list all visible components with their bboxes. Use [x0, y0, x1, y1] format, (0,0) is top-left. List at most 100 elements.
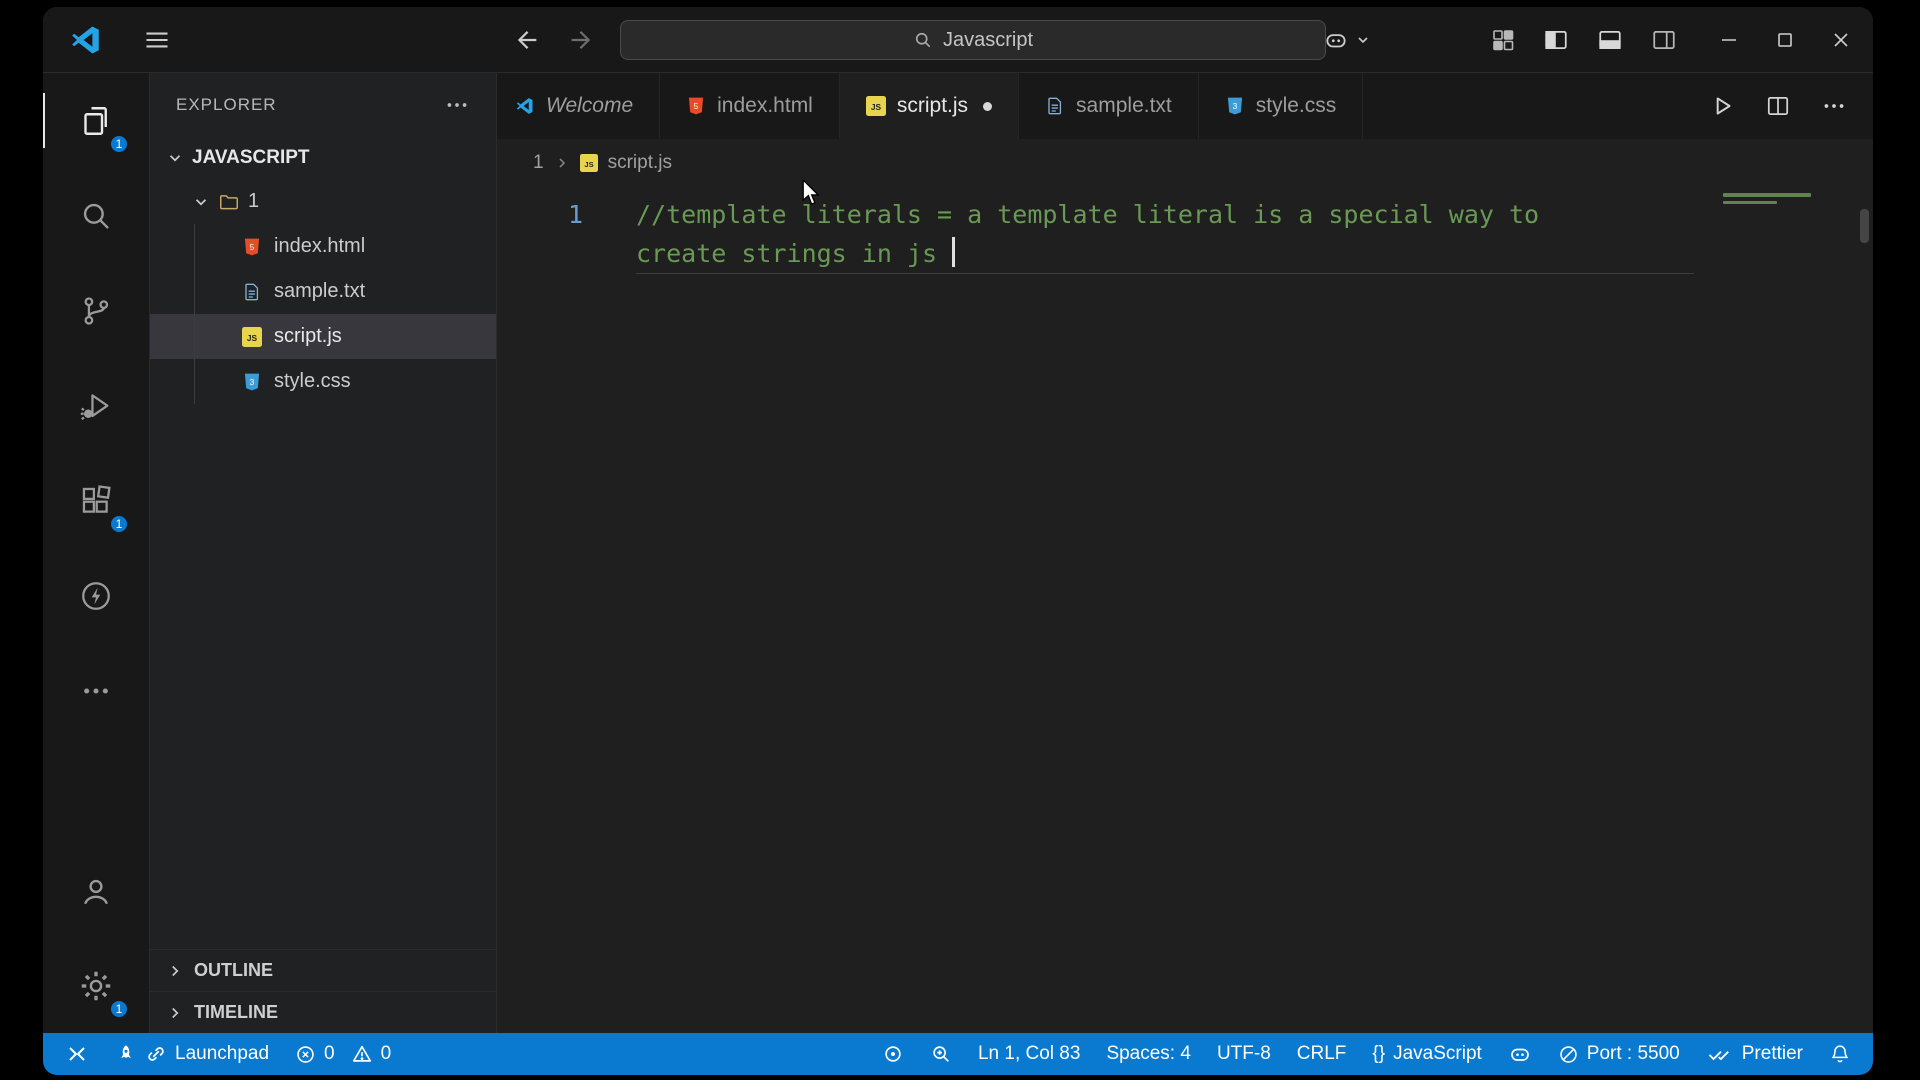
formatter-label: Prettier: [1741, 1043, 1803, 1064]
code-comment-text: //template literals = a template literal…: [636, 200, 1540, 229]
tab-bar: Welcome 5 index.html JS script.js sample…: [497, 73, 1873, 139]
copilot-icon: [1508, 1042, 1532, 1066]
outline-label: OUTLINE: [194, 960, 273, 980]
tab-script-js[interactable]: JS script.js: [839, 73, 1020, 139]
activity-run-debug[interactable]: [43, 358, 149, 453]
code-comment-wrap: create strings in js: [587, 234, 955, 273]
back-arrow-icon[interactable]: [513, 26, 541, 54]
breadcrumb-folder[interactable]: 1: [533, 152, 544, 174]
tab-style-css[interactable]: 3 style.css: [1198, 73, 1364, 139]
language-mode-item[interactable]: {} JavaScript: [1372, 1043, 1481, 1065]
code-comment-text: create strings in js: [636, 239, 938, 268]
zoom-item[interactable]: [930, 1043, 952, 1065]
problems-item[interactable]: 0 0: [295, 1043, 391, 1065]
indentation: Spaces: 4: [1106, 1043, 1191, 1064]
timeline-panel-header[interactable]: TIMELINE: [150, 991, 496, 1033]
copilot-icon[interactable]: [1323, 27, 1349, 53]
minimap[interactable]: [1723, 193, 1843, 208]
account-icon: [78, 873, 114, 909]
search-view-icon: [79, 199, 113, 233]
forward-arrow-icon[interactable]: [567, 26, 595, 54]
rocket-icon: [115, 1043, 137, 1065]
screencast-target-item[interactable]: [882, 1043, 904, 1065]
modified-dot-icon[interactable]: [983, 101, 993, 111]
breadcrumb-file[interactable]: script.js: [608, 152, 672, 174]
port-item[interactable]: Port : 5500: [1558, 1043, 1680, 1065]
activity-search[interactable]: [43, 168, 149, 263]
command-center-search[interactable]: Javascript: [620, 20, 1326, 60]
file-row-index-html[interactable]: 5 index.html: [150, 224, 496, 269]
formatter-item[interactable]: Prettier: [1706, 1043, 1803, 1065]
activity-extensions[interactable]: 1: [43, 453, 149, 548]
remote-indicator[interactable]: [65, 1042, 89, 1066]
section-javascript[interactable]: JAVASCRIPT: [150, 137, 496, 179]
encoding: UTF-8: [1216, 1043, 1271, 1064]
minimize-button[interactable]: [1717, 28, 1741, 52]
svg-text:JS: JS: [247, 333, 258, 343]
indentation-item[interactable]: Spaces: 4: [1106, 1043, 1191, 1065]
warning-icon: [351, 1043, 373, 1065]
notifications-item[interactable]: [1829, 1043, 1851, 1065]
customize-layout-icon[interactable]: [1491, 28, 1515, 52]
line-number-empty: [497, 234, 587, 273]
run-button[interactable]: [1709, 93, 1735, 119]
svg-text:JS: JS: [871, 102, 882, 112]
editor-group: Welcome 5 index.html JS script.js sample…: [497, 73, 1873, 1033]
folder-icon: [218, 191, 240, 213]
toggle-secondary-sidebar-icon[interactable]: [1651, 27, 1677, 53]
tab-label: Welcome: [546, 94, 634, 117]
scrollbar-thumb[interactable]: [1860, 209, 1869, 243]
file-name: index.html: [274, 235, 366, 257]
search-value: Javascript: [942, 28, 1034, 51]
launchpad-item[interactable]: Launchpad: [115, 1043, 269, 1065]
svg-text:3: 3: [1232, 101, 1237, 111]
split-editor-button[interactable]: [1765, 93, 1791, 119]
status-left: Launchpad 0 0: [65, 1042, 391, 1066]
toggle-panel-icon[interactable]: [1597, 27, 1623, 53]
editor-actions: [1683, 73, 1873, 139]
js-file-icon: JS: [865, 96, 886, 116]
file-tree: 5 index.html sample.txt JS script.js 3 s…: [150, 224, 496, 404]
activity-live-preview[interactable]: [43, 548, 149, 643]
activity-explorer[interactable]: 1: [43, 73, 149, 168]
menu-icon[interactable]: [143, 26, 171, 54]
line-number: 1: [567, 200, 583, 229]
breadcrumb: 1 JS script.js: [497, 139, 1873, 187]
title-bar-left: [43, 23, 171, 57]
toggle-primary-sidebar-icon[interactable]: [1543, 27, 1569, 53]
chevron-down-icon[interactable]: [1355, 32, 1371, 48]
txt-file-icon: [242, 282, 262, 302]
settings-badge: 1: [109, 999, 129, 1019]
file-row-sample-txt[interactable]: sample.txt: [150, 269, 496, 314]
outline-panel-header[interactable]: OUTLINE: [150, 949, 496, 991]
more-actions-icon[interactable]: [1821, 93, 1847, 119]
activity-account[interactable]: [43, 843, 149, 938]
run-debug-icon: [79, 389, 113, 423]
chevron-down-icon: [192, 193, 210, 211]
file-row-style-css[interactable]: 3 style.css: [150, 359, 496, 404]
explorer-sidebar: EXPLORER JAVASCRIPT 1 5 index.html sampl…: [150, 73, 497, 1033]
css-file-icon: 3: [242, 372, 262, 392]
copilot-status-item[interactable]: [1508, 1042, 1532, 1066]
tab-welcome[interactable]: Welcome: [497, 73, 661, 139]
maximize-button[interactable]: [1773, 28, 1797, 52]
active-view-indicator: [43, 93, 45, 148]
tab-label: index.html: [717, 94, 813, 117]
eol-item[interactable]: CRLF: [1297, 1043, 1347, 1065]
activity-settings[interactable]: 1: [43, 938, 149, 1033]
tab-sample-txt[interactable]: sample.txt: [1019, 73, 1199, 139]
explorer-more-actions-icon[interactable]: [444, 92, 470, 118]
explorer-files-icon: [78, 103, 114, 139]
css-file-icon: 3: [1225, 96, 1245, 116]
folder-row-1[interactable]: 1: [150, 179, 496, 224]
file-row-script-js[interactable]: JS script.js: [150, 314, 496, 359]
activity-more-views[interactable]: [43, 643, 149, 738]
cursor-position-item[interactable]: Ln 1, Col 83: [978, 1043, 1080, 1065]
encoding-item[interactable]: UTF-8: [1217, 1043, 1271, 1065]
activity-source-control[interactable]: [43, 263, 149, 358]
svg-text:3: 3: [250, 376, 255, 386]
editor-code-area[interactable]: 1 //template literals = a template liter…: [497, 187, 1873, 1033]
eol: CRLF: [1296, 1043, 1347, 1064]
tab-index-html[interactable]: 5 index.html: [660, 73, 840, 139]
close-button[interactable]: [1829, 28, 1853, 52]
